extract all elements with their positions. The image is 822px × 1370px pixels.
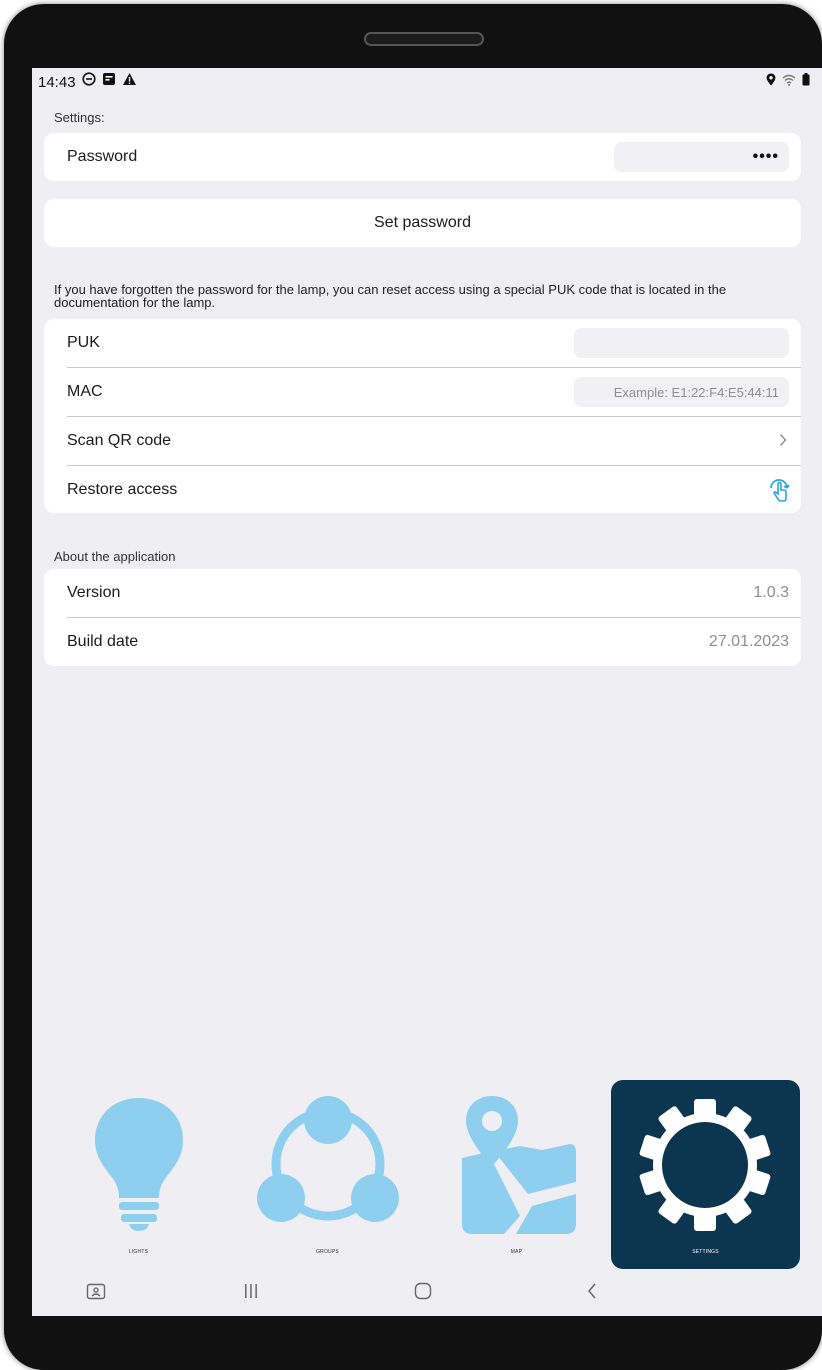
build-date-row: Build date 27.01.2023 [44, 618, 801, 666]
tab-settings-label: SETTINGS [692, 1249, 719, 1255]
about-section-label: About the application [54, 549, 176, 564]
tab-groups[interactable]: GROUPS [233, 1080, 422, 1269]
battery-icon [802, 73, 810, 91]
restore-card: PUK MAC Scan QR code Restore access [44, 319, 801, 513]
set-password-button[interactable]: Set password [44, 199, 801, 247]
recents-icon[interactable] [244, 1282, 258, 1305]
tab-lights[interactable]: LIGHTS [44, 1080, 233, 1269]
version-label: Version [67, 584, 121, 601]
puk-row: PUK [44, 319, 801, 367]
back-icon[interactable] [586, 1282, 598, 1305]
build-date-label: Build date [67, 633, 139, 650]
puk-input[interactable] [574, 328, 789, 358]
status-time: 14:43 [38, 74, 76, 91]
do-not-disturb-icon [82, 72, 96, 91]
screenshot-icon[interactable] [86, 1282, 106, 1307]
home-icon[interactable] [414, 1282, 432, 1305]
restore-access-row[interactable]: Restore access [44, 466, 801, 514]
wifi-icon [782, 73, 796, 91]
puk-label: PUK [67, 334, 100, 351]
restore-access-label: Restore access [67, 481, 178, 498]
about-card: Version 1.0.3 Build date 27.01.2023 [44, 569, 801, 666]
screen: 14:43 Settings: Password •••• Set passwo… [32, 68, 822, 1316]
tab-lights-label: LIGHTS [128, 1249, 149, 1255]
status-bar: 14:43 [32, 68, 822, 94]
restore-touch-icon[interactable] [767, 476, 791, 509]
tab-map[interactable]: MAP [422, 1080, 611, 1269]
scan-qr-row[interactable]: Scan QR code [44, 417, 801, 465]
app-notification-icon [102, 72, 116, 91]
tab-groups-label: GROUPS [316, 1249, 339, 1255]
build-date-value: 27.01.2023 [708, 633, 789, 650]
password-row: Password •••• [44, 133, 801, 181]
speaker-grille [364, 32, 484, 46]
chevron-right-icon [779, 433, 787, 452]
password-card: Password •••• [44, 133, 801, 181]
mac-input[interactable] [574, 377, 789, 407]
restore-note: If you have forgotten the password for t… [54, 282, 727, 310]
map-icon [462, 1096, 576, 1234]
password-field[interactable]: •••• [614, 142, 789, 172]
groups-icon [257, 1096, 399, 1222]
tab-settings[interactable]: SETTINGS [611, 1080, 800, 1269]
mac-label: MAC [67, 383, 103, 400]
gear-icon [639, 1099, 771, 1231]
tab-map-label: MAP [510, 1249, 523, 1255]
version-row: Version 1.0.3 [44, 569, 801, 617]
password-label: Password [67, 148, 138, 165]
system-nav-bar [32, 1274, 822, 1316]
version-value: 1.0.3 [753, 584, 789, 601]
lightbulb-icon [95, 1098, 183, 1231]
scan-qr-label: Scan QR code [67, 432, 172, 449]
warning-icon [122, 72, 137, 91]
mac-row: MAC [44, 368, 801, 416]
settings-section-label: Settings: [54, 110, 105, 125]
location-icon [766, 73, 776, 91]
